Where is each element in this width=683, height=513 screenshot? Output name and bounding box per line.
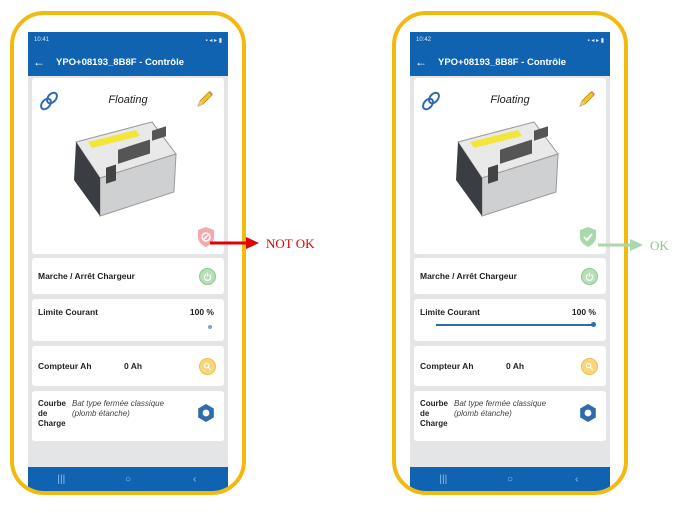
curve-description: Bat type fermée classique (plomb étanche… xyxy=(454,399,547,418)
charge-curve-card: Courbe de Charge Bat type fermée classiq… xyxy=(32,391,224,441)
charger-device-image xyxy=(456,121,559,217)
counter-value: 0 Ah xyxy=(506,361,525,371)
ah-counter-card: Compteur Ah 0 Ah xyxy=(414,346,606,386)
status-bar: 10:41 ▪ ◂ ▸ ▮ xyxy=(28,32,228,48)
ah-counter-card: Compteur Ah 0 Ah xyxy=(32,346,224,386)
screen-right: 10:42 ▪ ◂ ▸ ▮ ← YPO+08193_8B8F - Contrôl… xyxy=(410,32,610,491)
charger-toggle-card: Marche / Arrêt Chargeur xyxy=(32,258,224,294)
current-value: 100 % xyxy=(189,307,214,317)
charger-device-image xyxy=(74,121,177,217)
recent-apps-icon[interactable]: ||| xyxy=(428,474,458,485)
shield-check-icon xyxy=(580,227,596,247)
power-button[interactable] xyxy=(199,268,216,285)
android-nav-bar: ||| ○ ‹ xyxy=(410,467,610,491)
pencil-icon[interactable] xyxy=(576,88,598,110)
app-title: YPO+08193_8B8F - Contrôle xyxy=(438,56,567,68)
reset-counter-button[interactable] xyxy=(581,358,598,375)
gear-icon[interactable] xyxy=(578,403,598,423)
pencil-icon[interactable] xyxy=(194,88,216,110)
current-limit-card: Limite Courant 100 % xyxy=(32,299,224,341)
current-label: Limite Courant xyxy=(420,307,480,317)
android-nav-bar: ||| ○ ‹ xyxy=(28,467,228,491)
back-arrow-icon[interactable]: ← xyxy=(28,55,50,69)
device-card: Floating xyxy=(32,78,224,254)
gear-icon[interactable] xyxy=(196,403,216,423)
phone-left: 10:41 ▪ ◂ ▸ ▮ ← YPO+08193_8B8F - Contrôl… xyxy=(10,11,246,495)
status-time: 10:42 xyxy=(416,37,432,43)
current-slider-thumb[interactable] xyxy=(208,325,212,329)
current-slider-thumb[interactable] xyxy=(591,322,596,327)
power-icon xyxy=(203,272,212,281)
app-bar: ← YPO+08193_8B8F - Contrôle xyxy=(410,48,610,76)
status-icons: ▪ ◂ ▸ ▮ xyxy=(587,37,604,44)
status-bar: 10:42 ▪ ◂ ▸ ▮ xyxy=(410,32,610,48)
device-card: Floating xyxy=(414,78,606,254)
recent-apps-icon[interactable]: ||| xyxy=(46,474,76,485)
current-value: 100 % xyxy=(571,307,596,317)
curve-label: Courbe de Charge xyxy=(420,399,448,428)
app-title: YPO+08193_8B8F - Contrôle xyxy=(56,56,185,68)
key-icon xyxy=(203,362,212,371)
charger-label: Marche / Arrêt Chargeur xyxy=(420,271,517,281)
curve-description: Bat type fermée classique (plomb étanche… xyxy=(72,399,165,418)
app-bar: ← YPO+08193_8B8F - Contrôle xyxy=(28,48,228,76)
current-slider-track[interactable] xyxy=(436,324,594,326)
red-arrow xyxy=(210,237,259,249)
key-icon xyxy=(585,362,594,371)
current-limit-card: Limite Courant 100 % xyxy=(414,299,606,341)
back-nav-icon[interactable]: ‹ xyxy=(180,474,210,485)
charger-toggle-card: Marche / Arrêt Chargeur xyxy=(414,258,606,294)
reset-counter-button[interactable] xyxy=(199,358,216,375)
screen-left: 10:41 ▪ ◂ ▸ ▮ ← YPO+08193_8B8F - Contrôl… xyxy=(28,32,228,491)
power-icon xyxy=(585,272,594,281)
charge-curve-card: Courbe de Charge Bat type fermée classiq… xyxy=(414,391,606,441)
not-ok-label: NOT OK xyxy=(266,236,315,251)
power-button[interactable] xyxy=(581,268,598,285)
ok-label: OK xyxy=(650,238,669,253)
status-time: 10:41 xyxy=(34,37,50,43)
back-nav-icon[interactable]: ‹ xyxy=(562,474,592,485)
charger-label: Marche / Arrêt Chargeur xyxy=(38,271,135,281)
back-arrow-icon[interactable]: ← xyxy=(410,55,432,69)
curve-label: Courbe de Charge xyxy=(38,399,66,428)
counter-label: Compteur Ah xyxy=(38,361,92,371)
home-icon[interactable]: ○ xyxy=(113,474,143,485)
counter-label: Compteur Ah xyxy=(420,361,474,371)
current-label: Limite Courant xyxy=(38,307,98,317)
counter-value: 0 Ah xyxy=(124,361,143,371)
phone-right: 10:42 ▪ ◂ ▸ ▮ ← YPO+08193_8B8F - Contrôl… xyxy=(392,11,628,495)
status-icons: ▪ ◂ ▸ ▮ xyxy=(205,37,222,44)
green-arrow xyxy=(598,239,643,251)
home-icon[interactable]: ○ xyxy=(495,474,525,485)
